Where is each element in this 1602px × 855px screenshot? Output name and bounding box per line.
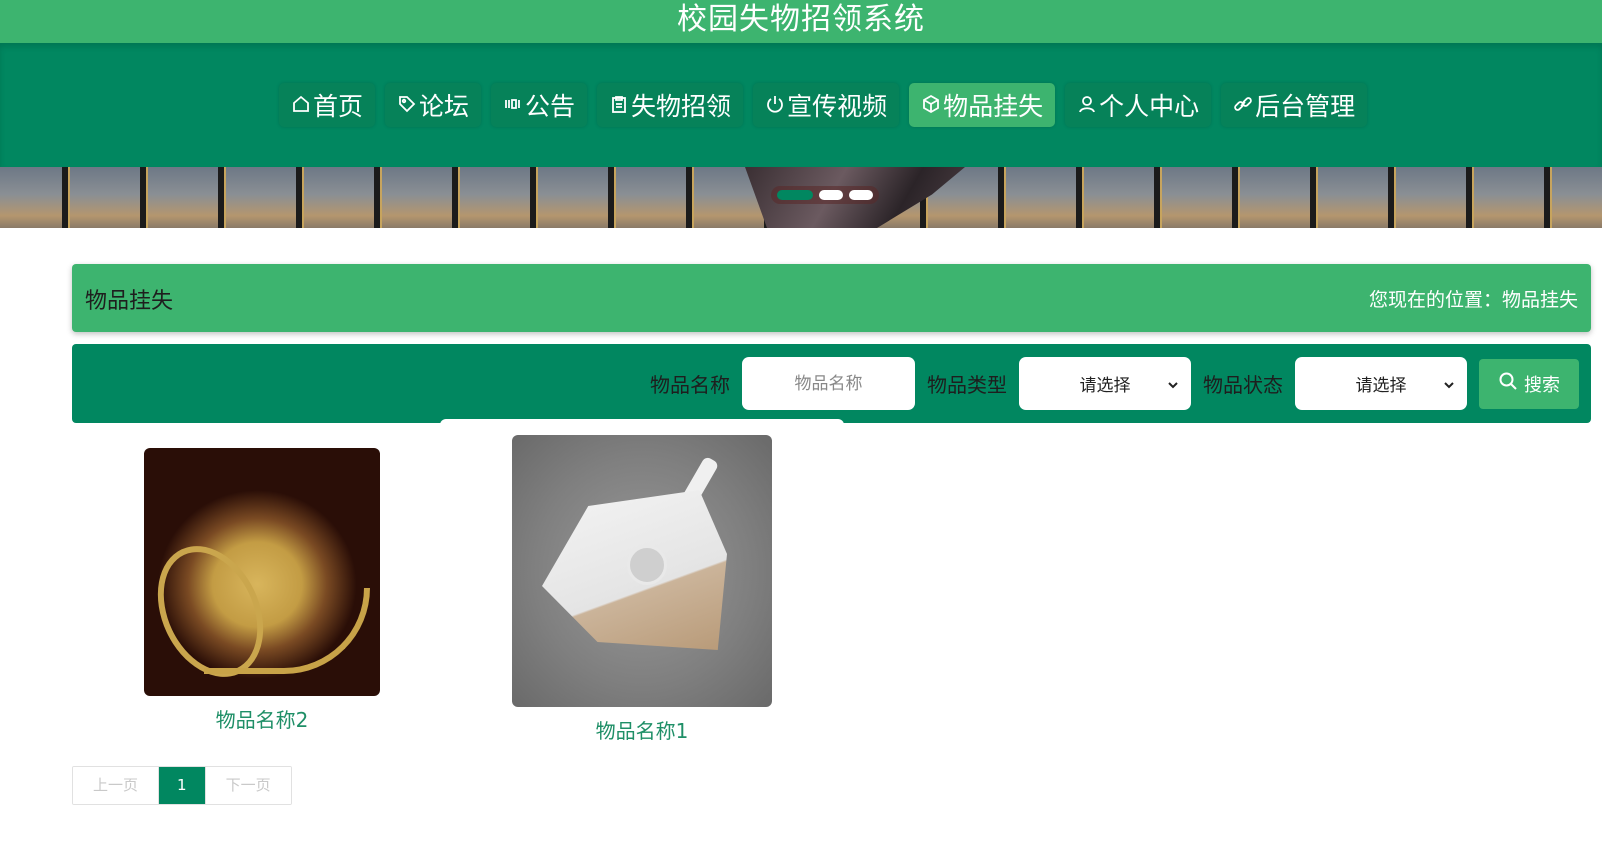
nav-item-report-loss[interactable]: 物品挂失 <box>909 83 1056 127</box>
link-icon <box>1233 91 1253 120</box>
search-bar: 物品名称 物品类型 请选择 物品状态 请选择 搜索 <box>72 344 1591 423</box>
power-icon <box>765 91 785 120</box>
nav-item-lost-found[interactable]: 失物招领 <box>597 83 744 127</box>
iron-knob <box>627 545 667 585</box>
item-status-select[interactable]: 请选择 <box>1295 357 1467 410</box>
search-icon <box>1498 371 1518 396</box>
carousel-dot-1[interactable] <box>777 190 813 200</box>
nav-item-forum[interactable]: 论坛 <box>385 83 482 127</box>
item-status-label: 物品状态 <box>1203 373 1283 397</box>
nav-item-label: 个人中心 <box>1099 92 1200 121</box>
item-image-basket[interactable] <box>144 448 380 696</box>
tag-icon <box>397 91 417 120</box>
item-status-selected: 请选择 <box>1355 376 1407 396</box>
user-icon <box>1077 91 1097 120</box>
search-button-label: 搜索 <box>1524 374 1560 396</box>
main-nav: 首页 论坛 公告 失物招领 宣传视频 物品挂失 个人中心 后台管理 <box>0 43 1602 167</box>
breadcrumb: 您现在的位置：物品挂失 <box>1368 289 1578 311</box>
nav-item-label: 宣传视频 <box>787 92 888 121</box>
carousel-indicators <box>771 186 879 204</box>
item-name-label: 物品名称 <box>650 373 730 397</box>
chevron-down-icon <box>1167 376 1179 389</box>
item-card[interactable]: 物品名称2 <box>144 448 380 733</box>
page-title: 物品挂失 <box>85 289 174 314</box>
nav-item-label: 后台管理 <box>1255 92 1356 121</box>
nav-item-video[interactable]: 宣传视频 <box>753 83 900 127</box>
next-page-button[interactable]: 下一页 <box>204 767 291 804</box>
item-type-selected: 请选择 <box>1079 376 1131 396</box>
banner-carousel[interactable] <box>0 167 1602 228</box>
nav-item-label: 物品挂失 <box>943 92 1044 121</box>
clipboard-icon <box>609 91 629 120</box>
item-name-input[interactable] <box>742 357 915 410</box>
nav-item-home[interactable]: 首页 <box>279 83 376 127</box>
item-name[interactable]: 物品名称2 <box>144 704 380 733</box>
nav-item-profile[interactable]: 个人中心 <box>1065 83 1212 127</box>
nav-item-notice[interactable]: 公告 <box>491 83 588 127</box>
item-name[interactable]: 物品名称1 <box>512 715 772 744</box>
item-card[interactable]: 物品名称1 <box>512 435 772 744</box>
nav-item-admin[interactable]: 后台管理 <box>1221 83 1368 127</box>
basket-handle <box>204 588 370 674</box>
home-icon <box>291 91 311 120</box>
site-title: 校园失物招领系统 <box>0 0 1602 43</box>
item-image-iron[interactable] <box>512 435 772 707</box>
nav-item-label: 失物招领 <box>631 92 732 121</box>
search-button[interactable]: 搜索 <box>1479 358 1579 409</box>
notice-icon <box>503 91 523 120</box>
nav-item-label: 公告 <box>525 92 576 121</box>
nav-item-label: 首页 <box>313 92 364 121</box>
carousel-dot-2[interactable] <box>819 190 843 200</box>
nav-item-label: 论坛 <box>419 92 470 121</box>
box-icon <box>921 91 941 120</box>
carousel-dot-3[interactable] <box>849 190 873 200</box>
page-number-current[interactable]: 1 <box>158 767 205 804</box>
prev-page-button[interactable]: 上一页 <box>73 767 159 804</box>
pagination: 上一页 1 下一页 <box>72 766 292 805</box>
item-type-label: 物品类型 <box>927 373 1007 397</box>
section-header: 物品挂失 您现在的位置：物品挂失 <box>72 264 1591 332</box>
chevron-down-icon <box>1443 376 1455 389</box>
tab-strip <box>440 419 844 427</box>
item-type-select[interactable]: 请选择 <box>1019 357 1191 410</box>
